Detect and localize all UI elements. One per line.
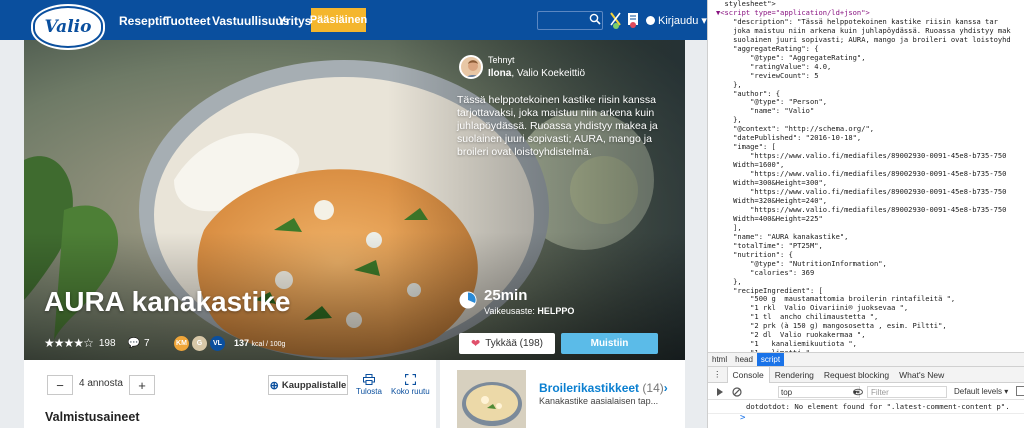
related-recipes: Broilerikastikkeet (14)› Kanakastike aas… <box>440 360 685 428</box>
recipe-description: Tässä helppotekoinen kastike riisin kans… <box>457 94 658 158</box>
star-icon[interactable]: ☆ <box>83 336 94 350</box>
rating-stars[interactable]: ★★★★☆ <box>44 336 94 350</box>
star-icon[interactable]: ★ <box>54 336 65 350</box>
fullscreen-icon <box>404 373 416 386</box>
related-count: (14) <box>642 381 664 395</box>
screen: Reseptit Tuotteet Vastuullisuus Yritys P… <box>0 0 1024 428</box>
nav-tuotteet[interactable]: Tuotteet <box>164 14 210 28</box>
recipe-title: AURA kanakastike <box>44 286 291 317</box>
fullscreen-button[interactable]: Koko ruutu <box>391 373 430 396</box>
calories: 137 kcal / 100g <box>234 338 285 348</box>
tab-rendering[interactable]: Rendering <box>770 367 819 383</box>
printer-icon <box>362 374 375 385</box>
clear-console-icon[interactable] <box>732 387 742 397</box>
diet-badge-vl[interactable]: VL <box>210 336 225 351</box>
source-line: "reviewCount": 5 <box>716 70 819 80</box>
tab-console[interactable]: Console <box>726 366 770 383</box>
heart-icon: ❤ <box>470 338 481 350</box>
ingredients-heading: Valmistusaineet <box>45 410 140 424</box>
source-line: "calories": 369 <box>716 267 815 277</box>
drawer-tabs: ⋮ Console Rendering Request blocking Wha… <box>708 366 1024 383</box>
like-label: Tykkää (198) <box>485 338 544 349</box>
chevron-right-icon: › <box>663 381 668 395</box>
chevron-down-icon: ▾ <box>698 15 707 27</box>
diet-badge-g[interactable]: G <box>192 336 207 351</box>
devtools-panel: stylesheet"> ▼<script type="application/l… <box>707 0 1024 428</box>
comment-count: 7 <box>143 337 150 349</box>
login-link[interactable]: Kirjaudu ▾ <box>646 14 707 27</box>
calories-unit: kcal / 100g <box>251 341 286 348</box>
shopping-list-label: Kauppalistalle <box>281 379 347 391</box>
login-label: Kirjaudu <box>658 15 699 27</box>
context-select[interactable]: top ▾ <box>778 386 860 398</box>
increase-servings-button[interactable]: + <box>129 375 155 395</box>
tab-request-blocking[interactable]: Request blocking <box>819 367 894 383</box>
top-navigation: Reseptit Tuotteet Vastuullisuus Yritys P… <box>0 0 707 40</box>
crumb-script[interactable]: script <box>756 353 785 366</box>
recipe-hero: Tehnyt Ilona, Valio Koekeittiö Tässä hel… <box>24 40 685 360</box>
tab-whats-new[interactable]: What's New <box>894 367 949 383</box>
crumb-head[interactable]: head <box>731 353 757 366</box>
nav-reseptit[interactable]: Reseptit <box>119 14 166 28</box>
made-by-label: Tehnyt <box>488 55 515 65</box>
drawer-menu-icon[interactable]: ⋮ <box>708 367 727 383</box>
clock-icon <box>459 291 477 309</box>
crumb-html[interactable]: html <box>708 353 731 366</box>
difficulty-value: HELPPO <box>537 306 575 316</box>
console-message: dotdotdot: No element found for ".latest… <box>708 400 1024 414</box>
execute-icon[interactable] <box>715 387 725 397</box>
save-to-memory-button[interactable]: Muistiin <box>561 333 658 354</box>
comment-icon[interactable]: 💬 <box>128 338 140 349</box>
eye-icon[interactable] <box>853 387 863 397</box>
fullscreen-label: Koko ruutu <box>391 387 430 396</box>
source-line: "name": "Valio" <box>716 106 815 116</box>
author-first-name: Ilona <box>488 68 512 79</box>
difficulty-label: Vaikeusaste: <box>484 306 535 316</box>
context-value: top <box>781 387 793 397</box>
cooking-time: 25min <box>484 287 528 304</box>
recipe-stats: ★★★★☆ 198 💬 7 <box>44 336 150 350</box>
console-toolbar: top ▾ Filter Default levels ▾ <box>708 383 1024 400</box>
recipe-tools: − 4 annosta + ⊕ Kauppalistalle Tulosta Ko… <box>24 360 436 428</box>
rating-count: 198 <box>98 337 116 349</box>
related-title: Broilerikastikkeet <box>539 381 640 395</box>
print-label: Tulosta <box>356 387 382 396</box>
kitchen-tools-icon[interactable] <box>608 10 640 30</box>
console-prompt[interactable]: > <box>740 413 745 423</box>
search-icon[interactable] <box>589 13 601 25</box>
related-recipe-thumbnail[interactable] <box>457 370 526 428</box>
settings-checkbox[interactable] <box>1016 386 1024 396</box>
webpage: Reseptit Tuotteet Vastuullisuus Yritys P… <box>0 0 707 428</box>
author-organization: , Valio Koekeittiö <box>511 68 586 79</box>
add-icon: ⊕ <box>269 379 279 392</box>
decrease-servings-button[interactable]: − <box>47 375 73 395</box>
add-to-shopping-list-button[interactable]: ⊕ Kauppalistalle <box>268 375 348 395</box>
servings-value: 4 annosta <box>79 378 123 389</box>
source-line: Width=400&Height=225" <box>716 213 823 223</box>
author-avatar[interactable] <box>459 55 483 79</box>
diet-badge-km[interactable]: KM <box>174 336 189 351</box>
log-levels-select[interactable]: Default levels ▾ <box>954 387 1008 396</box>
star-icon[interactable]: ★ <box>64 336 75 350</box>
related-recipe-subtitle[interactable]: Kanakastike aasialaisen tap... <box>539 396 658 406</box>
valio-logo[interactable]: Valio <box>33 6 103 48</box>
related-category-link[interactable]: Broilerikastikkeet (14)› <box>539 381 668 395</box>
logo-text: Valio <box>44 17 92 37</box>
console-filter-input[interactable]: Filter <box>867 386 947 398</box>
star-icon[interactable]: ★ <box>73 336 84 350</box>
element-breadcrumb: html head script <box>708 352 1024 367</box>
author-name[interactable]: Ilona, Valio Koekeittiö <box>488 68 585 79</box>
diet-badges: KM G VL <box>174 336 228 351</box>
user-icon <box>646 16 655 25</box>
calories-value: 137 <box>234 338 250 348</box>
nav-paasiainen[interactable]: Pääsiäinen <box>310 8 367 32</box>
print-button[interactable]: Tulosta <box>356 374 382 396</box>
elements-source[interactable]: stylesheet"> ▼<script type="application/l… <box>708 0 1024 352</box>
nav-yritys[interactable]: Yritys <box>278 14 311 28</box>
star-icon[interactable]: ★ <box>44 336 55 350</box>
like-button[interactable]: ❤ Tykkää (198) <box>459 333 555 354</box>
difficulty: Vaikeusaste: HELPPO <box>484 306 574 316</box>
